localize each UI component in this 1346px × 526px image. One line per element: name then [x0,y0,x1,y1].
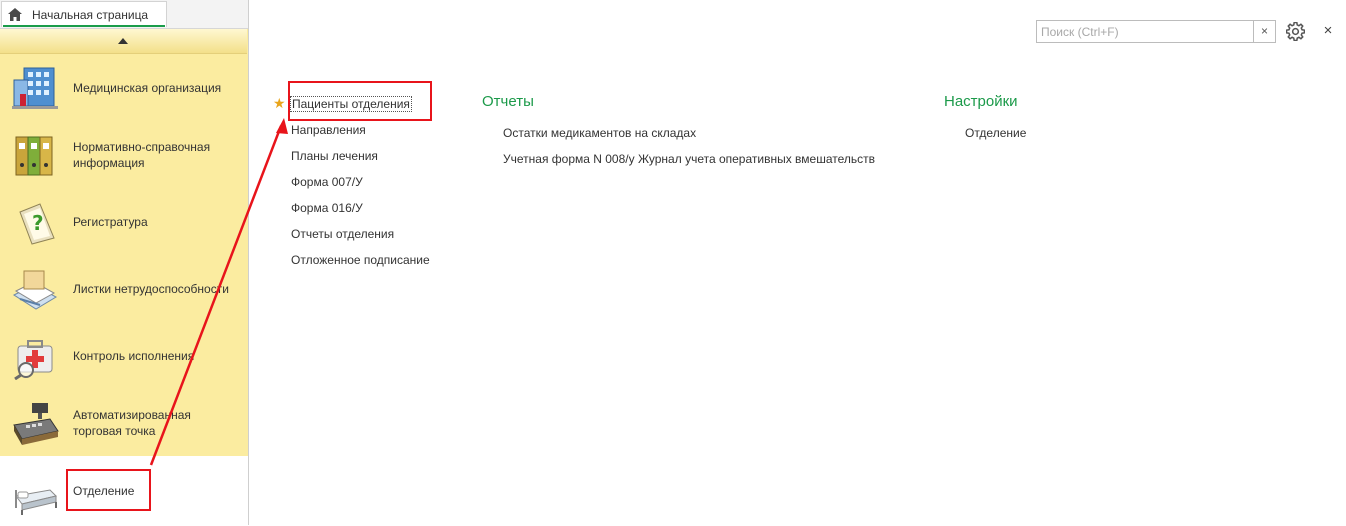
annotation-arrow [149,118,288,466]
